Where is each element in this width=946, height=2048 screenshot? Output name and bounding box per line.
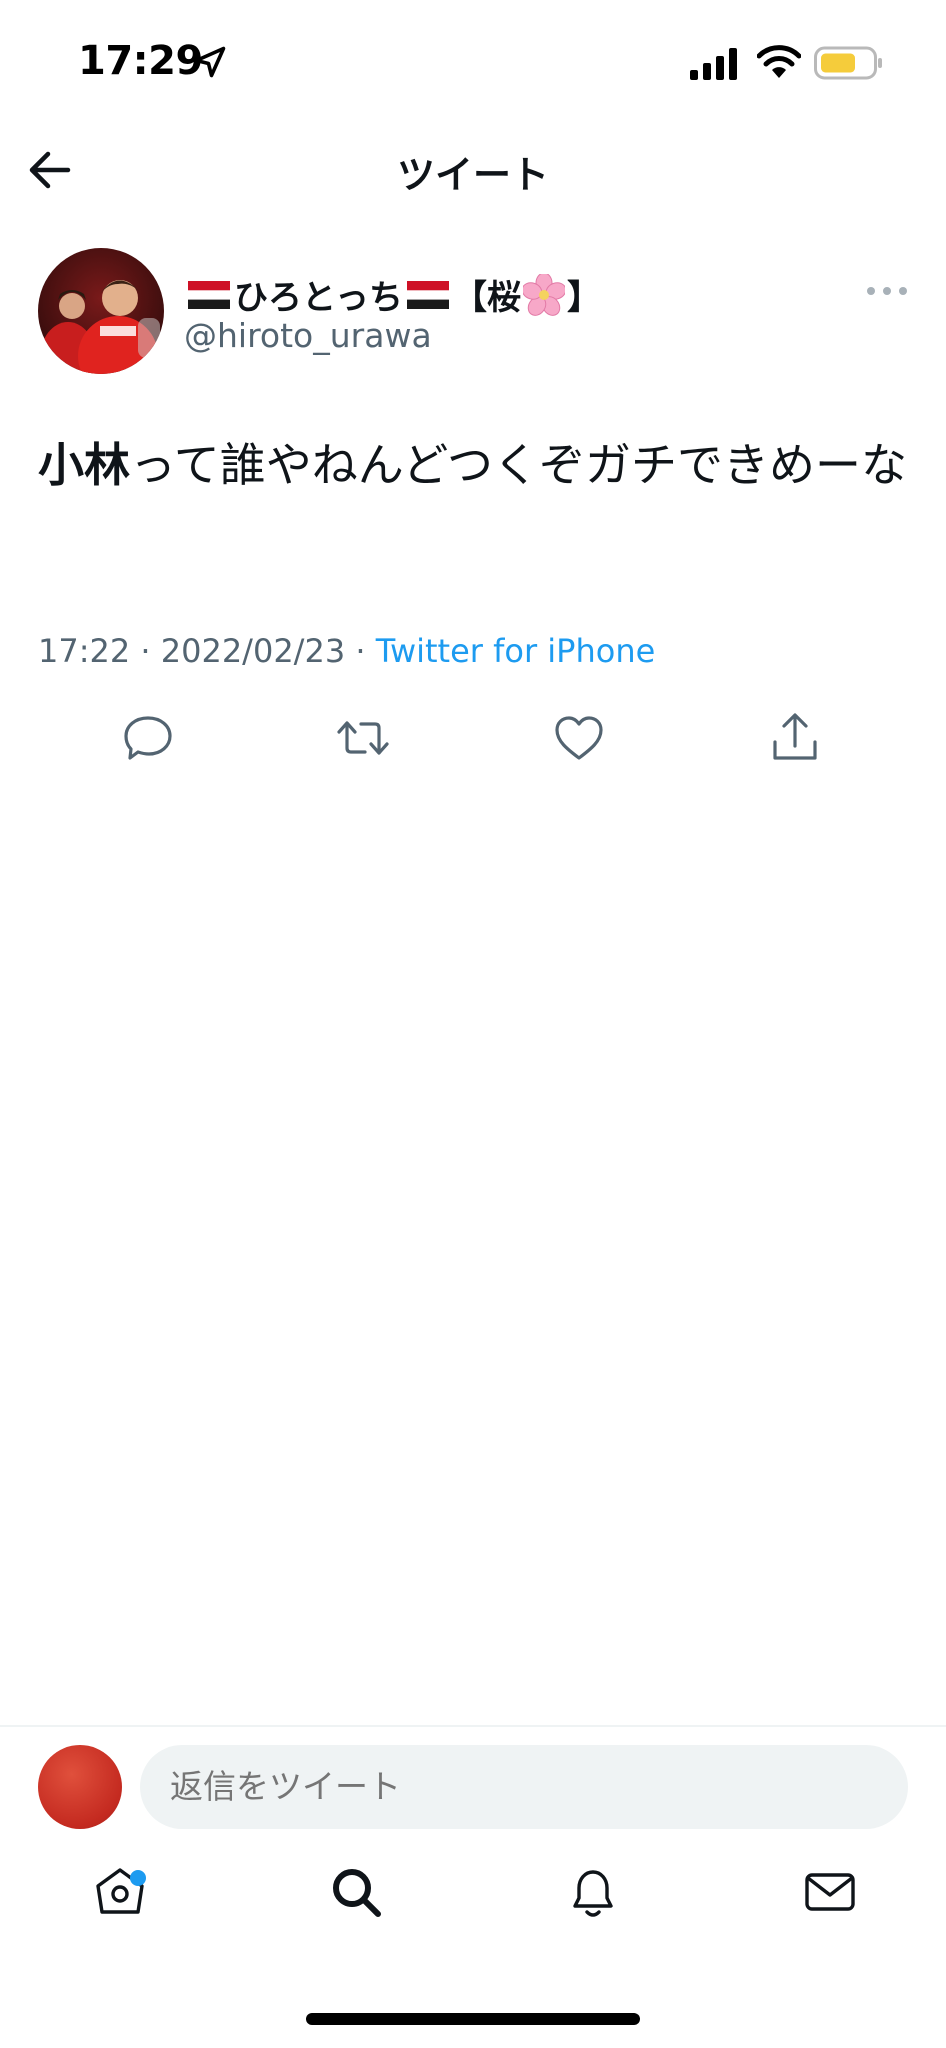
author-avatar[interactable] [38, 248, 164, 374]
tweet-meta: 17:22 · 2022/02/23 · Twitter for iPhone [38, 632, 655, 670]
tweet-action-bar [0, 708, 946, 772]
author-name-text: ひろとっち [234, 278, 403, 318]
author-name-bracket-open: 【桜 [452, 278, 521, 318]
notifications-icon[interactable] [563, 1862, 623, 1922]
author-name-bracket-close: 】 [566, 278, 601, 318]
tweet-text: 小林って誰やねんどつくぞガチできめーな [38, 428, 908, 502]
reply-input[interactable] [140, 1745, 908, 1829]
status-bar: 17:29 [0, 0, 946, 120]
back-arrow-icon[interactable] [24, 144, 76, 196]
status-time: 17:29 [78, 38, 203, 84]
tweet-text-rest: って誰やねんどつくぞガチできめーな [130, 438, 907, 492]
home-indicator [306, 2013, 640, 2025]
page-title: ツイート [396, 153, 549, 197]
location-arrow-icon [194, 46, 226, 78]
retweet-icon[interactable] [333, 708, 393, 768]
wifi-icon [757, 45, 801, 78]
nav-header: ツイート [0, 130, 946, 210]
cellular-signal-icon [690, 48, 737, 80]
tweet-source-link[interactable]: Twitter for iPhone [376, 632, 656, 670]
reply-divider [0, 1725, 946, 1727]
search-icon[interactable] [326, 1862, 386, 1922]
tweet-text-bold: 小林 [38, 438, 130, 492]
flag-icon [406, 280, 449, 309]
author-display-name[interactable]: ひろとっち 【桜 】 [184, 270, 601, 319]
flag-icon [188, 280, 230, 309]
battery-icon [814, 46, 882, 80]
home-notification-dot [130, 1870, 146, 1886]
tweet-timestamp: 17:22 · 2022/02/23 · [38, 632, 376, 670]
messages-icon[interactable] [800, 1862, 860, 1922]
reply-icon[interactable] [118, 708, 178, 768]
like-icon[interactable] [549, 708, 609, 768]
more-options-icon[interactable] [862, 278, 912, 304]
cherry-blossom-icon [522, 273, 565, 316]
share-icon[interactable] [765, 708, 825, 768]
author-handle[interactable]: @hiroto_urawa [184, 316, 432, 355]
reply-avatar [38, 1745, 122, 1829]
